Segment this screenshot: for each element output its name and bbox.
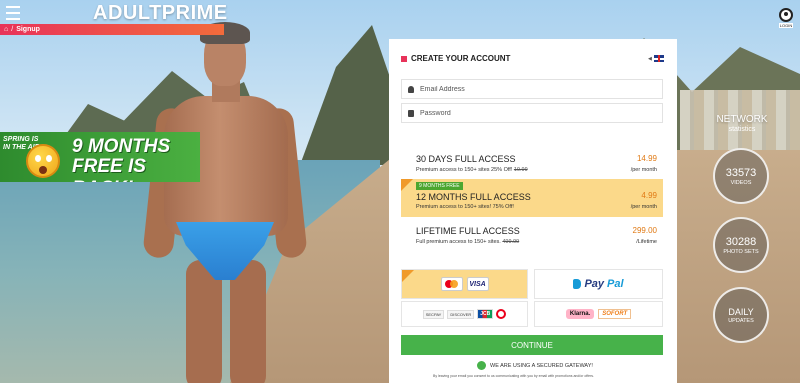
stat-value: 33573: [725, 166, 757, 179]
login-label: LOGIN: [778, 23, 794, 28]
email-input[interactable]: [420, 85, 640, 93]
stat-label: UPDATES: [728, 317, 754, 324]
continue-button[interactable]: CONTINUE: [401, 335, 663, 355]
pay-klarna-option[interactable]: Klarna. SOFORT: [534, 301, 663, 327]
uk-flag-icon: [653, 55, 664, 62]
sofort-logo: SOFORT: [598, 309, 632, 319]
user-icon: [408, 85, 414, 93]
plan-desc-text: Premium access to 150+ sites 25% Off!: [416, 167, 513, 173]
caret-left-icon: ◀: [648, 55, 652, 62]
plan-old-price: 499.99: [502, 239, 520, 245]
secure-text: WE ARE USING A SECURED GATEWAY!: [490, 362, 593, 369]
plan-name: LIFETIME FULL ACCESS: [416, 226, 520, 236]
discover-icon: DISCOVER: [447, 309, 475, 319]
panel-header: CREATE YOUR ACCOUNT: [401, 54, 510, 63]
home-icon[interactable]: ⌂: [4, 26, 8, 33]
promo-headline-1: 9 MONTHS: [72, 136, 171, 157]
promo-tagline-1: SPRING IS: [3, 136, 39, 143]
plan-period: /per month: [630, 204, 657, 210]
stat-videos: 33573 VIDEOS: [713, 148, 769, 204]
email-field[interactable]: [401, 79, 663, 99]
breadcrumb-current: Signup: [16, 26, 40, 33]
pay-paypal-option[interactable]: Pay Pal: [534, 269, 663, 299]
model-figure: [142, 20, 330, 383]
plan-desc: Premium access to 150+ sites! 75% Off!: [416, 204, 514, 210]
panel-title: CREATE YOUR ACCOUNT: [411, 54, 511, 63]
card-logos: SECPAY DISCOVER JCB: [422, 309, 507, 319]
network-subtitle: statistics: [728, 126, 756, 133]
stat-photo-sets: 30288 PHOTO SETS: [713, 217, 769, 273]
plan-price: 4.99: [641, 191, 657, 200]
paypal-logo: Pay Pal: [573, 278, 624, 290]
password-field[interactable]: [401, 103, 663, 123]
plan-name: 12 MONTHS FULL ACCESS: [416, 192, 531, 202]
consent-fine-print: By leaving your email you consent to us …: [433, 374, 595, 378]
selected-ribbon-icon: [402, 270, 414, 282]
plan-price: 299.00: [632, 226, 657, 235]
maestro-icon: [496, 309, 507, 319]
promo-headline-2: FREE IS BACK!: [72, 156, 146, 182]
jcb-icon: JCB: [477, 309, 494, 319]
plan-old-price: 19.99: [513, 167, 528, 173]
hamburger-menu-icon[interactable]: [6, 6, 20, 20]
paypal-icon: [573, 279, 582, 289]
stat-daily-updates: DAILY UPDATES: [713, 287, 769, 343]
secpay-icon: SECPAY: [422, 309, 445, 319]
plan-lifetime[interactable]: LIFETIME FULL ACCESS Full premium access…: [401, 217, 663, 255]
paypal-pay: Pay: [584, 278, 605, 290]
plan-desc: Premium access to 150+ sites 25% Off! 19…: [416, 167, 528, 173]
stat-label: VIDEOS: [730, 179, 752, 186]
mastercard-icon: [440, 277, 463, 291]
lock-icon: [477, 361, 486, 370]
secure-notice: WE ARE USING A SECURED GATEWAY!: [477, 361, 593, 370]
visa-icon: VISA: [466, 277, 489, 291]
plan-name: 30 DAYS FULL ACCESS: [416, 154, 516, 164]
language-selector[interactable]: ◀: [648, 55, 664, 62]
breadcrumb-separator: /: [11, 26, 14, 33]
pay-other-cards-option[interactable]: SECPAY DISCOVER JCB: [401, 301, 528, 327]
title-marker-icon: [401, 55, 407, 62]
plan-30-days[interactable]: 30 DAYS FULL ACCESS Premium access to 15…: [401, 145, 663, 183]
plan-period: /Lifetime: [636, 239, 657, 245]
shocked-emoji-icon: [26, 144, 60, 178]
signup-panel: CREATE YOUR ACCOUNT ◀ 30 DAYS FULL ACCES…: [389, 39, 677, 383]
plan-12-months[interactable]: 9 MONTHS FREE 12 MONTHS FULL ACCESS Prem…: [401, 179, 663, 217]
plan-desc-text: Full premium access to 150+ sites.: [416, 239, 501, 245]
stat-label: PHOTO SETS: [723, 248, 759, 255]
lock-icon: [408, 109, 414, 117]
user-icon: [779, 8, 793, 22]
selected-ribbon-icon: [401, 179, 413, 191]
stat-value: DAILY: [728, 306, 754, 317]
promo-banner[interactable]: SPRING IS IN THE AIR 9 MONTHS FREE IS BA…: [0, 132, 200, 182]
paypal-pal: Pal: [607, 278, 624, 290]
login-button[interactable]: LOGIN: [777, 8, 795, 28]
site-logo[interactable]: ADULTPRIME: [93, 2, 228, 25]
plan-period: /per month: [630, 167, 657, 173]
network-title: NETWORK: [716, 114, 768, 125]
stat-value: 30288: [725, 235, 757, 248]
plan-desc: Full premium access to 150+ sites. 499.9…: [416, 239, 519, 245]
breadcrumb: ⌂ / Signup: [0, 24, 224, 35]
password-input[interactable]: [420, 109, 640, 117]
pay-credit-card-option[interactable]: VISA: [401, 269, 528, 299]
plan-price: 14.99: [636, 154, 657, 163]
klarna-logo: Klarna.: [565, 309, 595, 319]
plan-badge: 9 MONTHS FREE: [416, 182, 463, 190]
